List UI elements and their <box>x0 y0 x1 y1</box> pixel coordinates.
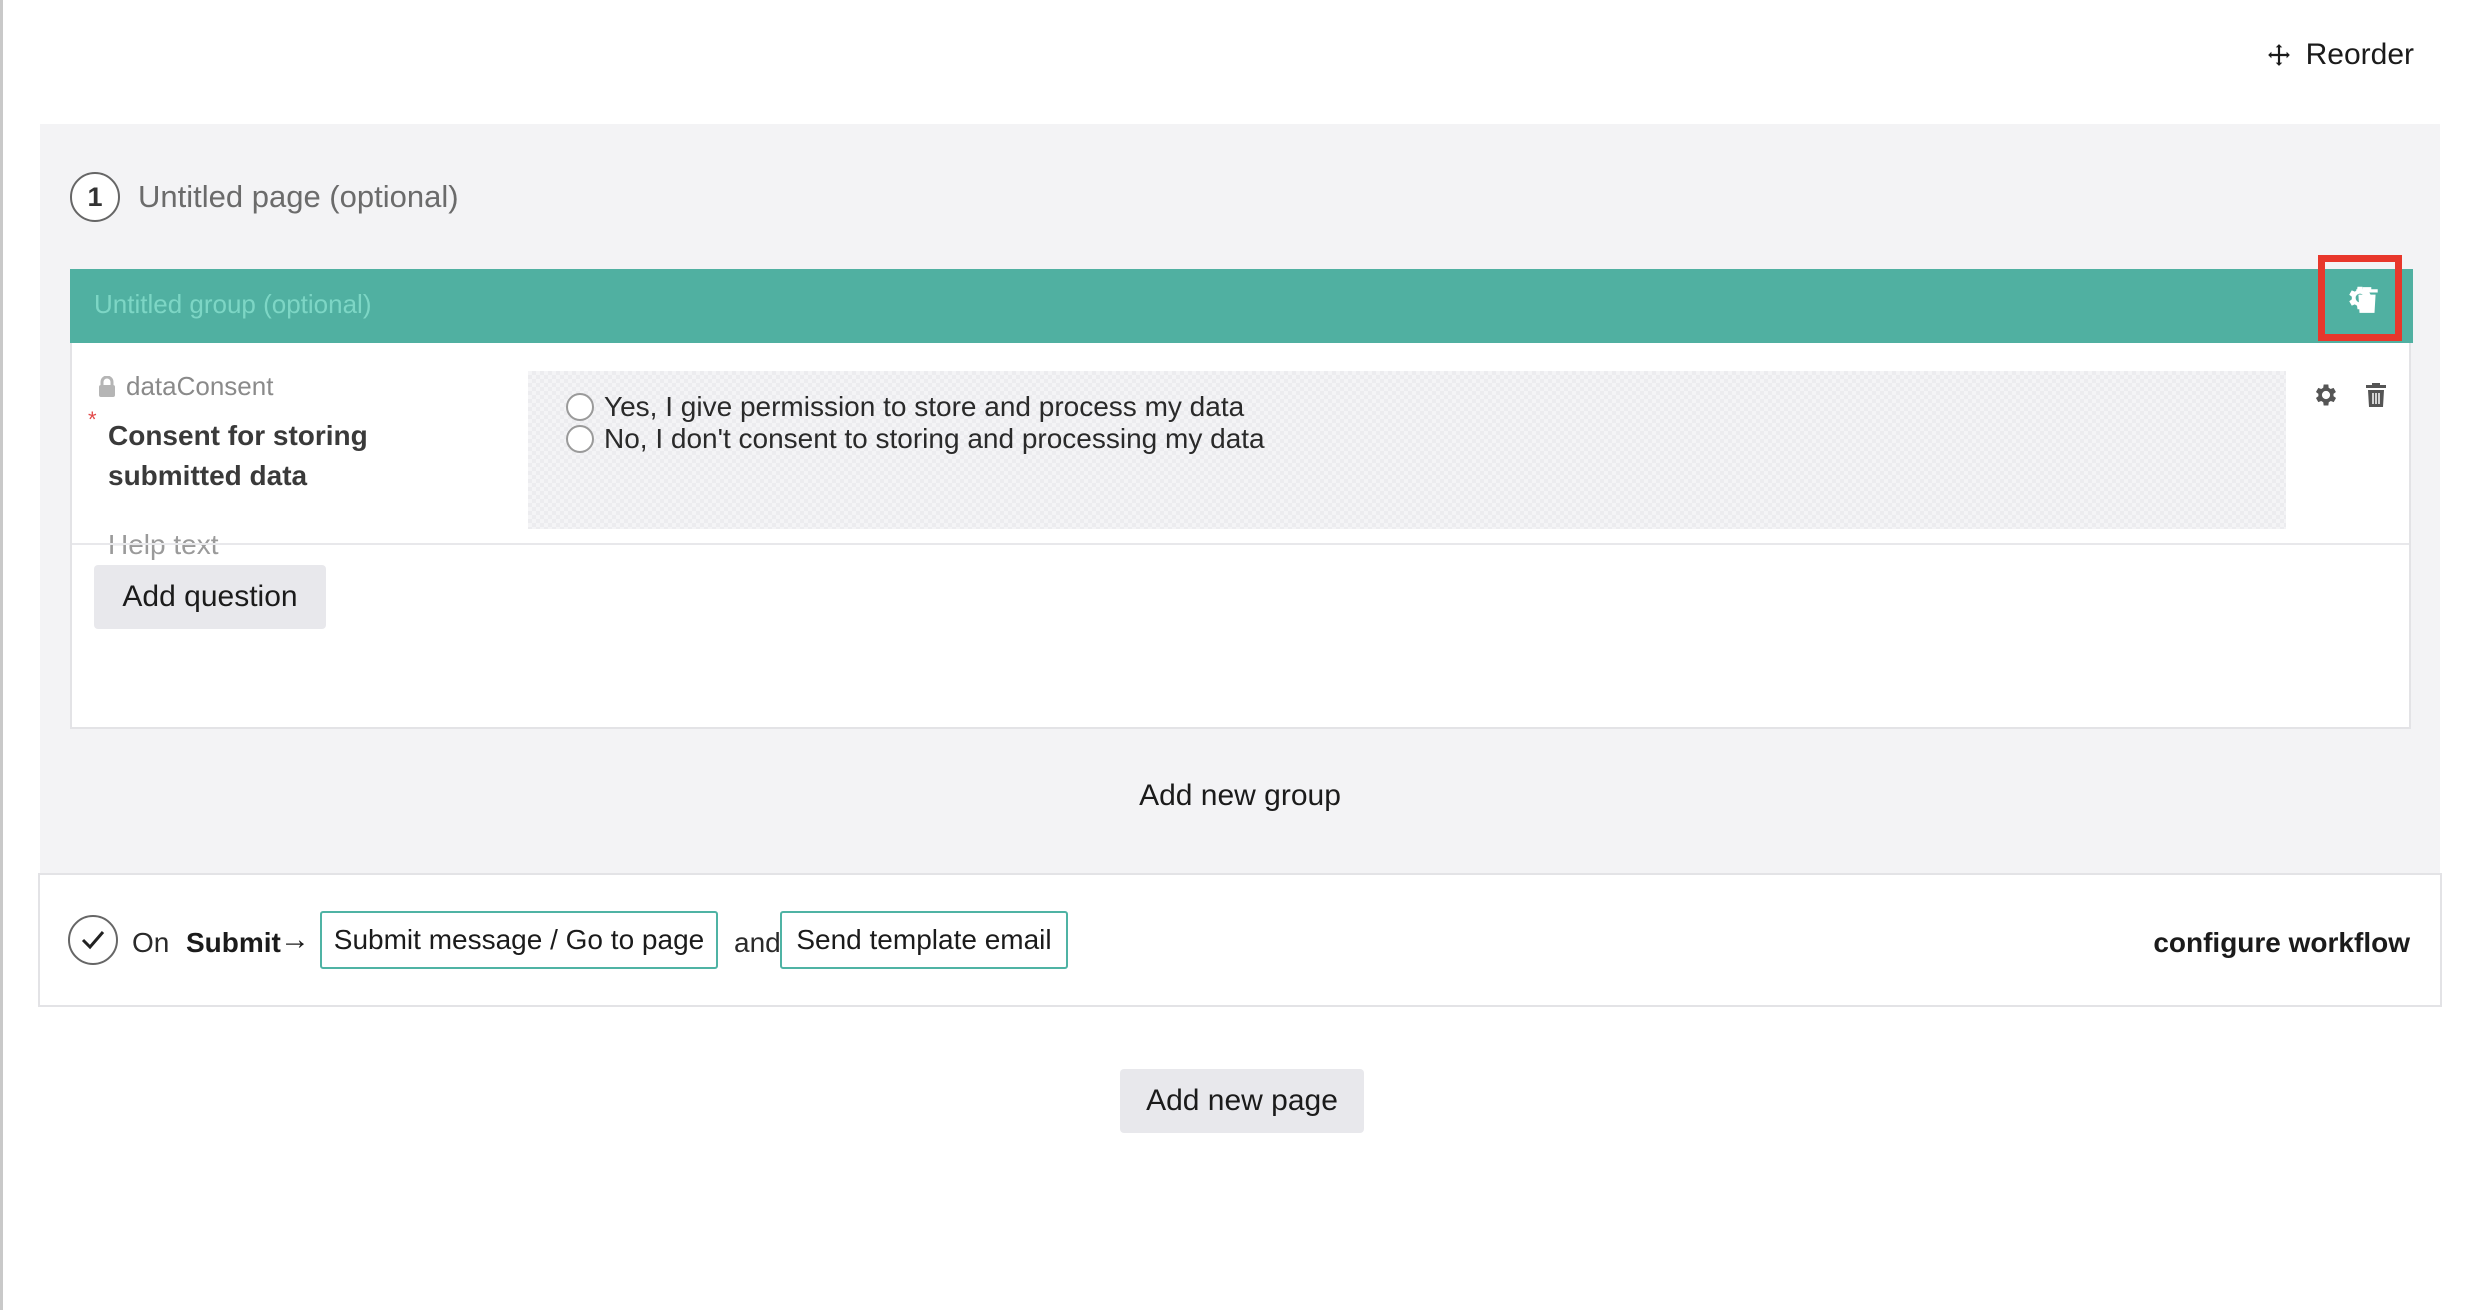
option-yes[interactable]: Yes, I give permission to store and proc… <box>566 391 1244 423</box>
workflow-action-send-email[interactable]: Send template email <box>780 911 1068 969</box>
reorder-label: Reorder <box>2305 38 2414 71</box>
option-label: No, I don't consent to storing and proce… <box>604 423 1265 454</box>
required-marker: * <box>88 407 97 432</box>
reorder-button[interactable]: Reorder <box>2266 38 2414 72</box>
page-header: 1 Untitled page (optional) <box>70 172 459 222</box>
page-container: 1 Untitled page (optional) Untitled grou… <box>38 124 2442 1007</box>
radio-button[interactable] <box>566 425 594 453</box>
add-group-button[interactable]: Add new group <box>40 779 2440 813</box>
workflow-and-label: and <box>734 927 781 958</box>
option-label: Yes, I give permission to store and proc… <box>604 391 1245 422</box>
workflow-check-icon <box>68 915 118 965</box>
workflow-arrow: → <box>280 923 310 956</box>
question-group: Untitled group (optional) dataConsent * … <box>70 255 2413 729</box>
left-border <box>0 0 3 1310</box>
question-key: dataConsent <box>98 371 273 402</box>
trash-icon[interactable] <box>2362 381 2390 409</box>
group-header: Untitled group (optional) <box>70 255 2413 343</box>
radio-button[interactable] <box>566 393 594 421</box>
group-divider <box>72 543 2409 545</box>
question-help-text[interactable]: Help text <box>108 529 219 561</box>
gear-icon[interactable] <box>2312 381 2340 409</box>
group-title[interactable]: Untitled group (optional) <box>94 289 372 320</box>
move-icon <box>2267 44 2290 66</box>
configure-workflow-link[interactable]: configure workflow <box>2153 927 2410 959</box>
question-key-text: dataConsent <box>126 371 274 401</box>
option-no[interactable]: No, I don't consent to storing and proce… <box>566 423 1265 455</box>
lock-icon <box>99 375 115 397</box>
page-title[interactable]: Untitled page (optional) <box>138 179 459 215</box>
workflow-trigger: Submit <box>186 927 281 958</box>
add-question-button[interactable]: Add question <box>94 565 326 629</box>
group-settings-button[interactable] <box>2318 255 2402 341</box>
workflow-on-label: On <box>132 927 170 958</box>
add-page-button[interactable]: Add new page <box>1120 1069 1364 1133</box>
question-label[interactable]: Consent for storing submitted data <box>108 416 508 496</box>
workflow-action-submit-message[interactable]: Submit message / Go to page <box>320 911 718 969</box>
answer-options: Yes, I give permission to store and proc… <box>528 371 2286 529</box>
workflow-bar: On Submit → Submit message / Go to page … <box>38 873 2442 1007</box>
gear-icon <box>2349 286 2371 310</box>
page-number-badge: 1 <box>70 172 120 222</box>
question-actions <box>2312 381 2390 409</box>
